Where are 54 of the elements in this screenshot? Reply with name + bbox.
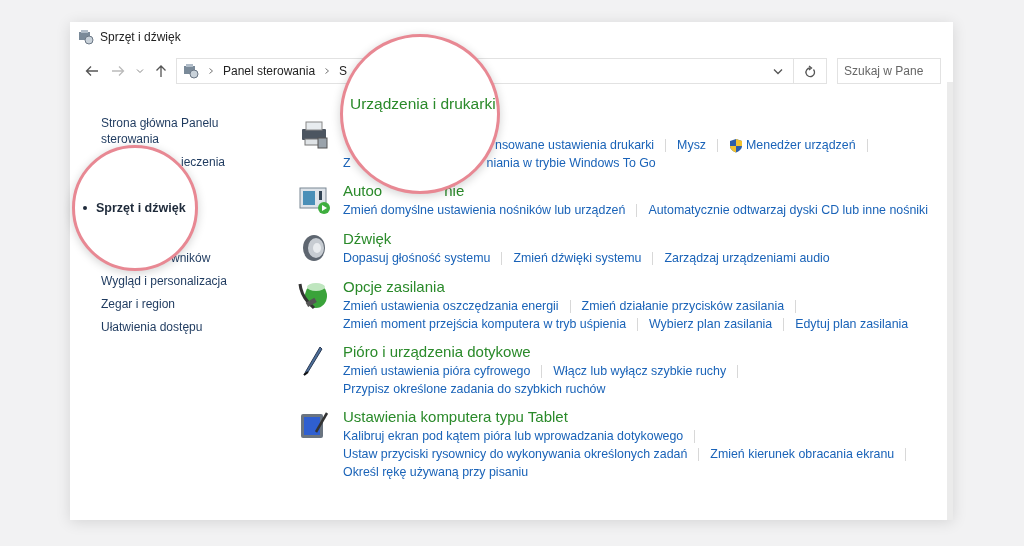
task-link[interactable]: Menedżer urządzeń bbox=[729, 137, 856, 153]
forward-arrow-icon bbox=[111, 65, 125, 77]
refresh-button[interactable] bbox=[794, 58, 827, 84]
task-link[interactable]: Zmień domyślne ustawienia nośników lub urządzeń bbox=[343, 203, 626, 217]
category-heading-link[interactable]: Dźwięk bbox=[343, 230, 392, 247]
up-arrow-icon bbox=[155, 64, 167, 78]
category-heading-link[interactable]: Autoo bbox=[343, 182, 383, 199]
category-heading-link[interactable]: Pióro i urządzenia dotykowe bbox=[343, 343, 531, 360]
task-link[interactable]: Zmień kierunek obracania ekranu bbox=[710, 447, 895, 461]
sidebar-item[interactable]: ieczenia bbox=[181, 154, 226, 170]
task-link[interactable]: Dopasuj głośność systemu bbox=[343, 251, 491, 265]
refresh-icon bbox=[804, 64, 816, 78]
sidebar-item[interactable]: Zegar i region bbox=[101, 296, 231, 312]
sidebar-item[interactable]: Strona główna Panelu sterowania bbox=[101, 115, 231, 147]
breadcrumb-item[interactable]: S bbox=[339, 64, 348, 78]
task-link[interactable]: Zmień ustawienia pióra cyfrowego bbox=[343, 364, 531, 378]
task-link[interactable]: Edytuj plan zasilania bbox=[795, 317, 909, 331]
category-heading-link[interactable]: Ustawienia komputera typu Tablet bbox=[343, 408, 568, 425]
back-arrow-icon bbox=[85, 65, 99, 77]
task-link[interactable]: Włącz lub wyłącz szybkie ruchy bbox=[553, 364, 727, 378]
scrollbar[interactable] bbox=[947, 82, 953, 520]
task-link[interactable]: Zmień ustawienia oszczędzania energii bbox=[343, 299, 559, 313]
task-link[interactable]: Ustaw przyciski rysownicy do wykonywania określonych zadań bbox=[343, 447, 688, 461]
task-link[interactable]: Z bbox=[343, 156, 351, 170]
shield-icon bbox=[729, 137, 744, 153]
category-heading-link[interactable]: Opcje zasilania bbox=[343, 278, 445, 295]
task-link[interactable]: Określ rękę używaną przy pisaniu bbox=[343, 465, 529, 479]
window-title: Sprzęt i dźwięk bbox=[100, 30, 181, 44]
search-field[interactable]: Szukaj w Pane bbox=[837, 58, 941, 84]
control-panel-icon bbox=[78, 29, 94, 45]
control-panel-icon bbox=[183, 63, 199, 79]
breadcrumb-item[interactable]: Panel sterowania bbox=[223, 64, 316, 78]
task-link[interactable]: Mysz bbox=[677, 138, 707, 152]
task-link[interactable]: Wybierz plan zasilania bbox=[649, 317, 773, 331]
sidebar-item[interactable]: Ułatwienia dostępu bbox=[101, 319, 231, 335]
task-link[interactable]: Przypisz określone zadania do szybkich ruchów bbox=[343, 382, 606, 396]
task-link[interactable]: Kalibruj ekran pod kątem pióra lub wprowadzania dotykowego bbox=[343, 429, 684, 443]
chevron-right-icon bbox=[323, 67, 332, 75]
task-link[interactable]: nsowane ustawienia drukarki bbox=[495, 138, 655, 152]
sidebar-item-selected[interactable]: Sprzęt i dźwięk bbox=[83, 201, 186, 215]
task-link[interactable]: niania w trybie Windows To Go bbox=[486, 156, 656, 170]
task-link[interactable]: Zarządzaj urządzeniami audio bbox=[664, 251, 830, 265]
category-heading-link[interactable]: Urządzenia i drukarki bbox=[350, 95, 496, 113]
task-link[interactable]: Zmień dźwięki systemu bbox=[513, 251, 642, 265]
task-link[interactable]: Automatycznie odtwarzaj dyski CD lub inne nośniki bbox=[648, 203, 928, 217]
task-link[interactable]: Zmień moment przejścia komputera w tryb uśpienia bbox=[343, 317, 627, 331]
sidebar-item[interactable]: wników bbox=[171, 250, 211, 266]
sidebar-item[interactable]: Wygląd i personalizacja bbox=[101, 273, 231, 289]
chevron-down-icon bbox=[773, 67, 783, 75]
battery-plug-icon bbox=[298, 280, 330, 312]
chevron-down-icon bbox=[136, 68, 144, 74]
task-link[interactable]: Zmień działanie przycisków zasilania bbox=[581, 299, 785, 313]
media-play-icon bbox=[298, 184, 330, 216]
chevron-right-icon bbox=[207, 67, 215, 75]
